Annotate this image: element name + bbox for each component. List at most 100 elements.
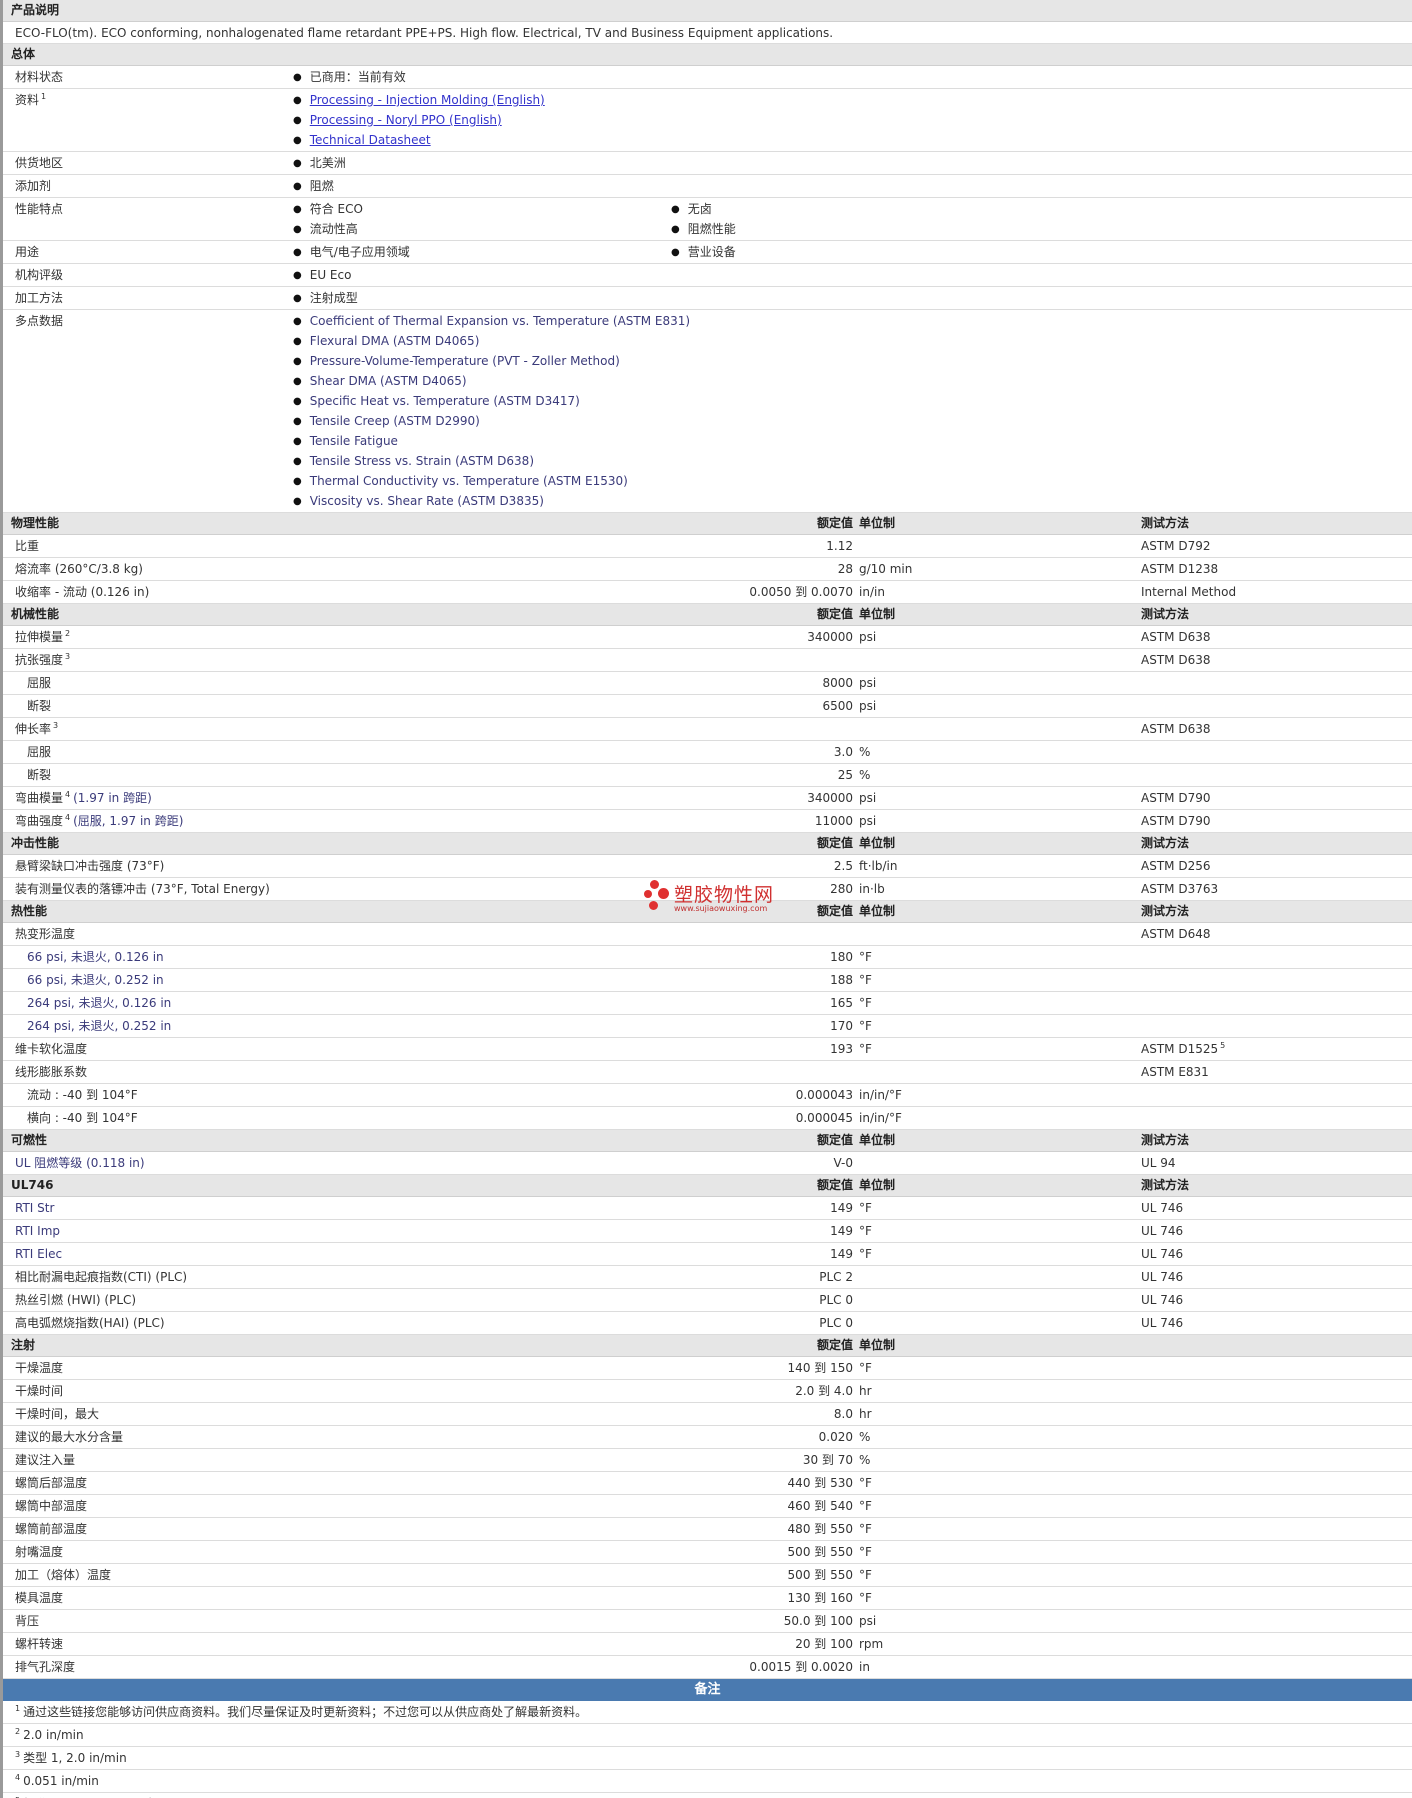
bullet-item[interactable]: Processing - Noryl PPO (English) (293, 110, 545, 130)
method-text: UL 94 (1141, 1156, 1176, 1170)
method-text: UL 746 (1141, 1293, 1184, 1307)
property-value: 180 (830, 950, 853, 964)
property-value: 8000 (822, 676, 853, 690)
property-row: 屈服 8000 psi (3, 672, 1412, 695)
footnote-ref: 1 (41, 92, 47, 101)
bullet-text: 电气/电子应用领域 (309, 245, 410, 259)
bullet-item: Thermal Conductivity vs. Temperature (AS… (293, 471, 690, 491)
property-label: 抗张强度 3 (15, 649, 70, 671)
watermark-url: www.sujiaowuxing.com (674, 904, 768, 913)
note-number: 4 (15, 1773, 21, 1782)
general-row-values: EU Eco (293, 265, 352, 285)
header-unit: 单位制 (859, 1178, 896, 1192)
property-unit: % (859, 768, 871, 782)
property-row: 断裂 25% (3, 764, 1412, 787)
property-row: 干燥时间，最大 8.0 hr (3, 1403, 1412, 1426)
note-number: 1 (15, 1704, 21, 1713)
test-method: ASTM D1525 5 (1141, 1038, 1225, 1060)
header-value: 额定值 (816, 516, 853, 530)
property-value: 8.0 (833, 1407, 853, 1421)
property-value: 2.5 (833, 859, 853, 873)
label-text: 资料 (15, 93, 40, 107)
bullet-item[interactable]: Technical Datasheet (293, 130, 545, 150)
test-method: ASTM E831 (1141, 1061, 1209, 1083)
general-row-values: 注射成型 (293, 288, 358, 308)
header-method: 测试方法 (1141, 1133, 1190, 1147)
section-title: 总体 (11, 47, 36, 61)
method-text: UL 746 (1141, 1270, 1184, 1284)
property-unit: °F (859, 973, 872, 987)
property-unit: g/10 min (859, 562, 913, 576)
test-method: UL 746 (1141, 1312, 1183, 1334)
property-value: 1.12 (826, 539, 853, 553)
property-value: 0.020 (818, 1430, 853, 1444)
general-row: 供货地区 北美洲 (3, 152, 1412, 175)
property-row: UL 阻燃等级 (0.118 in) V-0 UL 94 (3, 1152, 1412, 1175)
general-row-label: 添加剂 (15, 175, 51, 197)
label-text: 抗张强度 (15, 653, 64, 667)
property-row: 热变形温度 ASTM D648 (3, 923, 1412, 946)
property-row: 264 psi, 未退火, 0.252 in 170 °F (3, 1015, 1412, 1038)
method-text: ASTM D790 (1141, 814, 1211, 828)
property-value: 440 到 530 (787, 1476, 853, 1490)
bullet-text: 北美洲 (309, 156, 346, 170)
bullet-item[interactable]: Processing - Injection Molding (English) (293, 90, 545, 110)
method-text: ASTM D648 (1141, 927, 1211, 941)
method-text: Internal Method (1141, 585, 1237, 599)
property-row: 264 psi, 未退火, 0.126 in 165 °F (3, 992, 1412, 1015)
general-row: 多点数据 Coefficient of Thermal Expansion vs.… (3, 310, 1412, 513)
method-text: UL 746 (1141, 1224, 1184, 1238)
general-row-label: 性能特点 (15, 198, 63, 220)
property-value: 170 (830, 1019, 853, 1033)
section-header: 冲击性能 额定值 单位制 测试方法 (3, 833, 1412, 855)
test-method: UL 746 (1141, 1243, 1183, 1265)
general-row-label: 机构评级 (15, 264, 63, 286)
test-method: ASTM D638 (1141, 626, 1210, 648)
bullet-text: EU Eco (309, 268, 352, 282)
bullet-item: 已商用：当前有效 (293, 67, 406, 87)
method-text: ASTM D638 (1141, 653, 1211, 667)
property-unit: hr (859, 1384, 872, 1398)
property-unit: % (859, 1453, 871, 1467)
general-row: 添加剂 阻燃 (3, 175, 1412, 198)
property-row: 屈服 3.0% (3, 741, 1412, 764)
document-link[interactable]: Processing - Injection Molding (English) (310, 93, 545, 107)
property-row: 收缩率 - 流动 (0.126 in) 0.0050 到 0.0070 in/in I… (3, 581, 1412, 604)
property-value: V-0 (833, 1156, 853, 1170)
property-unit: °F (859, 1522, 872, 1536)
header-value: 额定值 (816, 1133, 853, 1147)
property-unit: °F (859, 1019, 872, 1033)
label-text: 伸长率 (15, 722, 52, 736)
property-value: 28 (837, 562, 853, 576)
property-row: RTI Elec 149 °F UL 746 (3, 1243, 1412, 1266)
property-value: 0.000043 (795, 1088, 853, 1102)
note-text: 通过这些链接您能够访问供应商资料。我们尽量保证及时更新资料；不过您可以从供应商处… (23, 1705, 588, 1719)
bullet-item: 无卤 (671, 199, 736, 219)
property-value: 0.000045 (795, 1111, 853, 1125)
test-method: UL 746 (1141, 1197, 1183, 1219)
test-method: ASTM D792 (1141, 535, 1210, 557)
bullet-item: 流动性高 (293, 219, 363, 239)
document-link[interactable]: Technical Datasheet (310, 133, 431, 147)
property-row: 射嘴温度 500 到 550 °F (3, 1541, 1412, 1564)
property-row: 拉伸模量 2 340000 psi ASTM D638 (3, 626, 1412, 649)
bullet-item: 阻燃性能 (671, 219, 736, 239)
note-item: 3 类型 1, 2.0 in/min (3, 1747, 1412, 1770)
bullet-text: Tensile Fatigue (309, 434, 398, 448)
property-unit: in/in/°F (859, 1111, 902, 1125)
property-row: 建议的最大水分含量 0.020% (3, 1426, 1412, 1449)
property-row: 66 psi, 未退火, 0.252 in 188 °F (3, 969, 1412, 992)
general-row-label: 用途 (15, 241, 39, 263)
general-row: 加工方法 注射成型 (3, 287, 1412, 310)
property-value: 500 到 550 (787, 1568, 853, 1582)
header-unit: 单位制 (859, 1338, 896, 1352)
property-unit: psi (859, 814, 877, 828)
note-text: 0.051 in/min (23, 1774, 99, 1788)
property-row: 相比耐漏电起痕指数(CTI) (PLC) PLC 2 UL 746 (3, 1266, 1412, 1289)
general-row-label: 加工方法 (15, 287, 63, 309)
general-row-values: 符合 ECO 流动性高 (293, 199, 363, 239)
document-link[interactable]: Processing - Noryl PPO (English) (310, 113, 502, 127)
method-text: ASTM D790 (1141, 791, 1211, 805)
bullet-text: 符合 ECO (309, 202, 363, 216)
property-unit: °F (859, 1476, 872, 1490)
